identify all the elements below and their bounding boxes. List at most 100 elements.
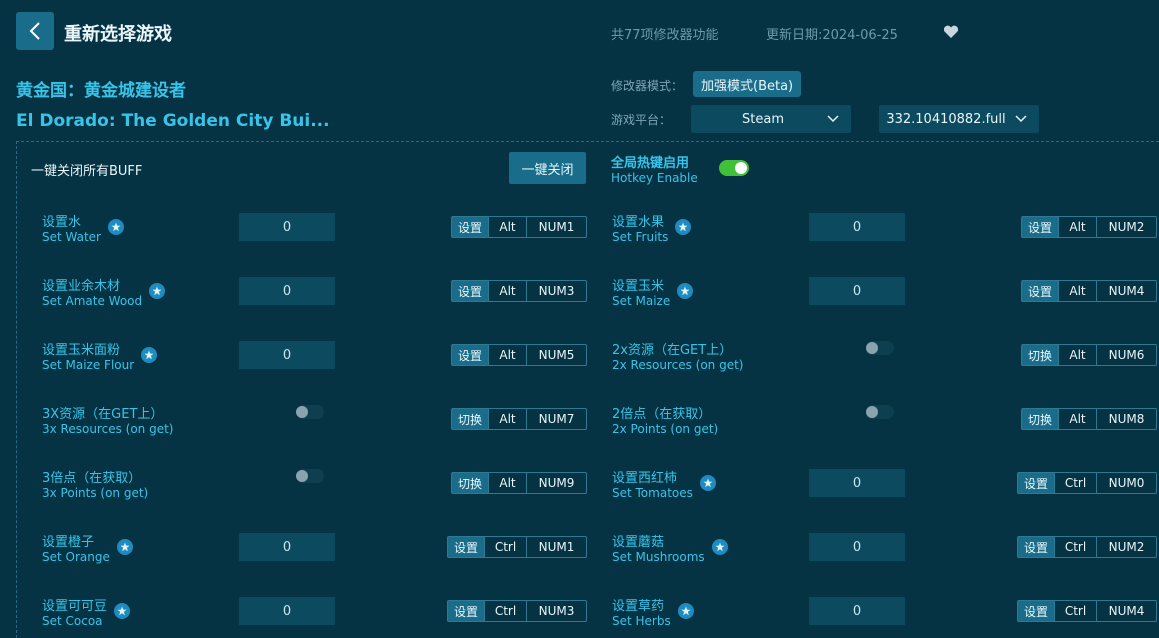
cheat-name-cn: 设置水果 <box>612 215 665 230</box>
hotkey-enable-toggle[interactable] <box>719 160 749 176</box>
hotkey-key: NUM4 <box>1096 601 1156 621</box>
cheat-toggle[interactable] <box>866 341 894 355</box>
hotkey-group[interactable]: 设置 Ctrl NUM4 <box>1017 600 1157 622</box>
value-input[interactable]: 0 <box>239 533 335 561</box>
cheat-name-cn: 设置业余木材 <box>42 279 121 294</box>
platform-dropdown[interactable]: Steam <box>691 105 851 133</box>
value-input[interactable]: 0 <box>239 277 335 305</box>
version-value: 332.10410882.full <box>886 111 1006 127</box>
hotkey-group[interactable]: 设置 Alt NUM3 <box>451 280 587 302</box>
mode-badge[interactable]: 加强模式(Beta) <box>693 71 802 97</box>
cheat-name-en: Set Water <box>42 230 101 244</box>
hotkey-action-button[interactable]: 设置 <box>1022 217 1058 237</box>
cheat-row: 设置玉米面粉 Set Maize Flour 0 设置 Alt NUM5 <box>42 339 602 391</box>
cheat-row: 设置西红柿 Set Tomatoes 0 设置 Ctrl NUM0 <box>612 467 1159 519</box>
value-input[interactable]: 0 <box>239 597 335 625</box>
hotkey-group[interactable]: 设置 Ctrl NUM3 <box>447 600 587 622</box>
hotkey-modifier: Alt <box>488 345 526 365</box>
star-icon[interactable] <box>117 539 133 555</box>
hotkey-action-button[interactable]: 切换 <box>452 409 488 429</box>
star-icon[interactable] <box>114 603 130 619</box>
hotkey-action-button[interactable]: 设置 <box>452 345 488 365</box>
cheat-name-en: Set Amate Wood <box>42 294 143 308</box>
star-icon[interactable] <box>149 283 165 299</box>
star-icon[interactable] <box>678 603 694 619</box>
cheat-row: 设置可可豆 Set Cocoa 0 设置 Ctrl NUM3 <box>42 595 602 638</box>
version-dropdown[interactable]: 332.10410882.full <box>879 105 1039 133</box>
hotkey-modifier: Ctrl <box>484 601 526 621</box>
hotkey-action-button[interactable]: 设置 <box>1018 473 1054 493</box>
cheat-row: 设置业余木材 Set Amate Wood 0 设置 Alt NUM3 <box>42 275 602 327</box>
mode-label: 修改器模式： <box>611 79 684 93</box>
cheat-row: 设置水 Set Water 0 设置 Alt NUM1 <box>42 211 602 263</box>
hotkey-group[interactable]: 设置 Alt NUM1 <box>451 216 587 238</box>
value-input[interactable]: 0 <box>809 277 905 305</box>
hotkey-modifier: Alt <box>1058 217 1096 237</box>
hotkey-enable-label-cn: 全局热键启用 <box>611 156 690 171</box>
hotkey-action-button[interactable]: 设置 <box>1018 601 1054 621</box>
hotkey-modifier: Ctrl <box>1054 473 1096 493</box>
cheat-row: 设置草药 Set Herbs 0 设置 Ctrl NUM4 <box>612 595 1159 638</box>
cheat-toggle[interactable] <box>296 405 324 419</box>
hotkey-group[interactable]: 设置 Alt NUM2 <box>1021 216 1157 238</box>
value-input[interactable]: 0 <box>239 213 335 241</box>
hotkey-modifier: Alt <box>1058 345 1096 365</box>
hotkey-key: NUM9 <box>526 473 586 493</box>
value-input[interactable]: 0 <box>809 469 905 497</box>
chevron-down-icon <box>827 115 839 123</box>
value-input[interactable]: 0 <box>239 341 335 369</box>
hotkey-key: NUM2 <box>1096 217 1156 237</box>
back-button[interactable] <box>16 12 54 50</box>
platform-label: 游戏平台： <box>611 113 672 127</box>
chevron-left-icon <box>29 22 40 40</box>
heart-icon[interactable] <box>943 24 959 43</box>
value-input[interactable]: 0 <box>809 597 905 625</box>
hotkey-action-button[interactable]: 设置 <box>1022 281 1058 301</box>
hotkey-group[interactable]: 切换 Alt NUM7 <box>451 408 587 430</box>
update-date: 更新日期:2024-06-25 <box>766 28 898 43</box>
feature-count: 共77项修改器功能 <box>611 28 719 43</box>
chevron-down-icon <box>1015 115 1027 123</box>
cheat-name-en: 3x Points (on get) <box>42 486 149 500</box>
hotkey-group[interactable]: 切换 Alt NUM9 <box>451 472 587 494</box>
star-icon[interactable] <box>675 219 691 235</box>
cheat-toggle[interactable] <box>866 405 894 419</box>
hotkey-modifier: Ctrl <box>484 537 526 557</box>
hotkey-action-button[interactable]: 切换 <box>1022 409 1058 429</box>
star-icon[interactable] <box>141 347 157 363</box>
hotkey-modifier: Alt <box>488 281 526 301</box>
game-title-cn: 黄金国：黄金城建设者 <box>16 81 186 101</box>
cheat-name-en: Set Maize Flour <box>42 358 135 372</box>
star-icon[interactable] <box>712 539 728 555</box>
cheat-name-en: Set Mushrooms <box>612 550 705 564</box>
disable-all-button[interactable]: 一键关闭 <box>509 152 586 184</box>
hotkey-key: NUM6 <box>1096 345 1156 365</box>
cheat-name-cn: 设置玉米面粉 <box>42 343 121 358</box>
hotkey-group[interactable]: 切换 Alt NUM6 <box>1021 344 1157 366</box>
hotkey-action-button[interactable]: 设置 <box>452 281 488 301</box>
hotkey-action-button[interactable]: 切换 <box>1022 345 1058 365</box>
hotkey-group[interactable]: 设置 Ctrl NUM1 <box>447 536 587 558</box>
hotkey-action-button[interactable]: 切换 <box>452 473 488 493</box>
star-icon[interactable] <box>700 475 716 491</box>
hotkey-group[interactable]: 设置 Ctrl NUM2 <box>1017 536 1157 558</box>
hotkey-modifier: Alt <box>488 409 526 429</box>
hotkey-action-button[interactable]: 设置 <box>1018 537 1054 557</box>
value-input[interactable]: 0 <box>809 213 905 241</box>
value-input[interactable]: 0 <box>809 533 905 561</box>
star-icon[interactable] <box>108 219 124 235</box>
hotkey-action-button[interactable]: 设置 <box>448 601 484 621</box>
hotkey-action-button[interactable]: 设置 <box>448 537 484 557</box>
hotkey-group[interactable]: 设置 Alt NUM5 <box>451 344 587 366</box>
cheat-toggle[interactable] <box>296 469 324 483</box>
star-icon[interactable] <box>677 283 693 299</box>
hotkey-group[interactable]: 设置 Alt NUM4 <box>1021 280 1157 302</box>
hotkey-group[interactable]: 切换 Alt NUM8 <box>1021 408 1157 430</box>
cheat-name-en: 2x Resources (on get) <box>612 358 744 372</box>
hotkey-action-button[interactable]: 设置 <box>452 217 488 237</box>
hotkey-modifier: Alt <box>1058 409 1096 429</box>
hotkey-group[interactable]: 设置 Ctrl NUM0 <box>1017 472 1157 494</box>
hotkey-modifier: Alt <box>1058 281 1096 301</box>
hotkey-key: NUM2 <box>1096 537 1156 557</box>
page-title: 重新选择游戏 <box>64 24 172 45</box>
